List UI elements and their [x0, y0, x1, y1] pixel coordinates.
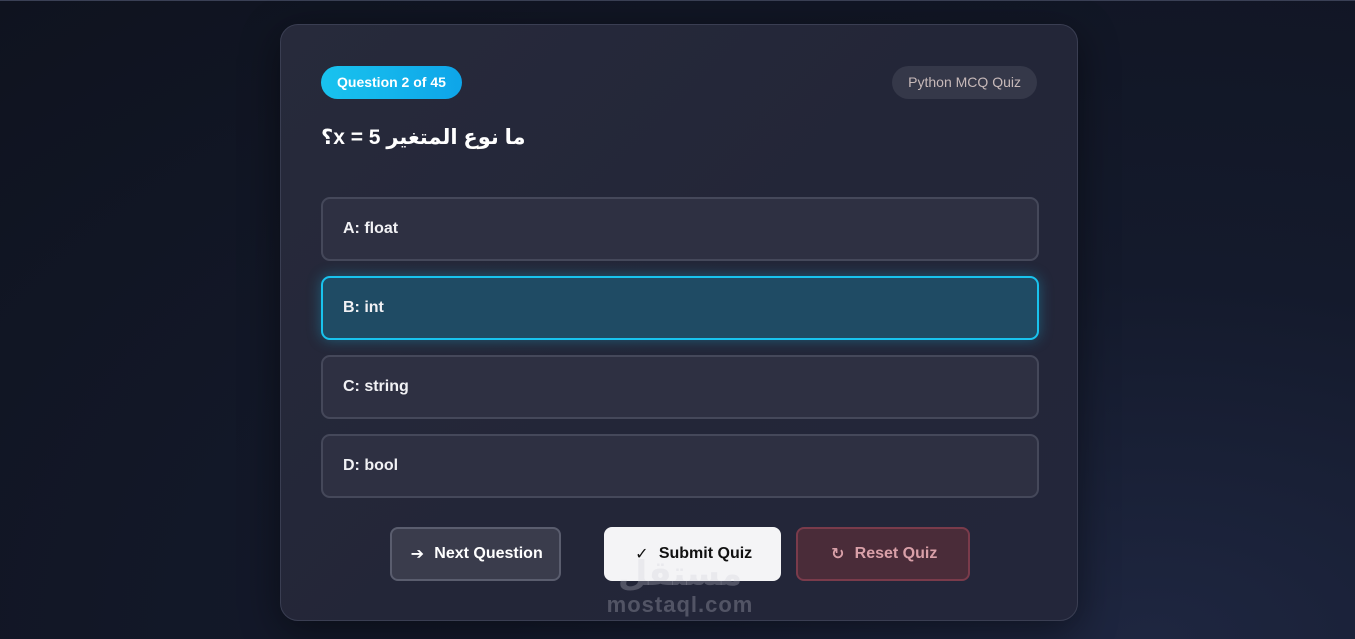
question-text: ما نوع المتغير x = 5؟ — [321, 126, 526, 149]
window-top-border — [0, 0, 1355, 1]
option-a[interactable]: A: float — [321, 197, 1039, 261]
reset-quiz-label: Reset Quiz — [854, 545, 938, 562]
check-icon: ✓ — [635, 546, 649, 563]
next-question-button[interactable]: ➔ Next Question — [390, 527, 561, 581]
arrow-right-icon: ➔ — [410, 546, 424, 563]
submit-quiz-button[interactable]: ✓ Submit Quiz — [604, 527, 781, 581]
option-d[interactable]: D: bool — [321, 434, 1039, 498]
option-label: C: string — [343, 378, 409, 395]
option-label: B: int — [343, 299, 384, 316]
quiz-title-badge: Python MCQ Quiz — [892, 66, 1037, 99]
reset-quiz-button[interactable]: ↻ Reset Quiz — [796, 527, 970, 581]
option-label: D: bool — [343, 457, 399, 474]
refresh-icon: ↻ — [830, 546, 845, 563]
submit-quiz-label: Submit Quiz — [658, 545, 753, 562]
quiz-card: Question 2 of 45 Python MCQ Quiz ما نوع … — [280, 24, 1078, 621]
option-b[interactable]: B: int — [321, 276, 1039, 340]
option-c[interactable]: C: string — [321, 355, 1039, 419]
question-progress-badge: Question 2 of 45 — [321, 66, 462, 99]
options-list: A: float B: int C: string D: bool — [321, 197, 1039, 513]
option-label: A: float — [343, 220, 399, 237]
next-question-label: Next Question — [434, 545, 543, 562]
